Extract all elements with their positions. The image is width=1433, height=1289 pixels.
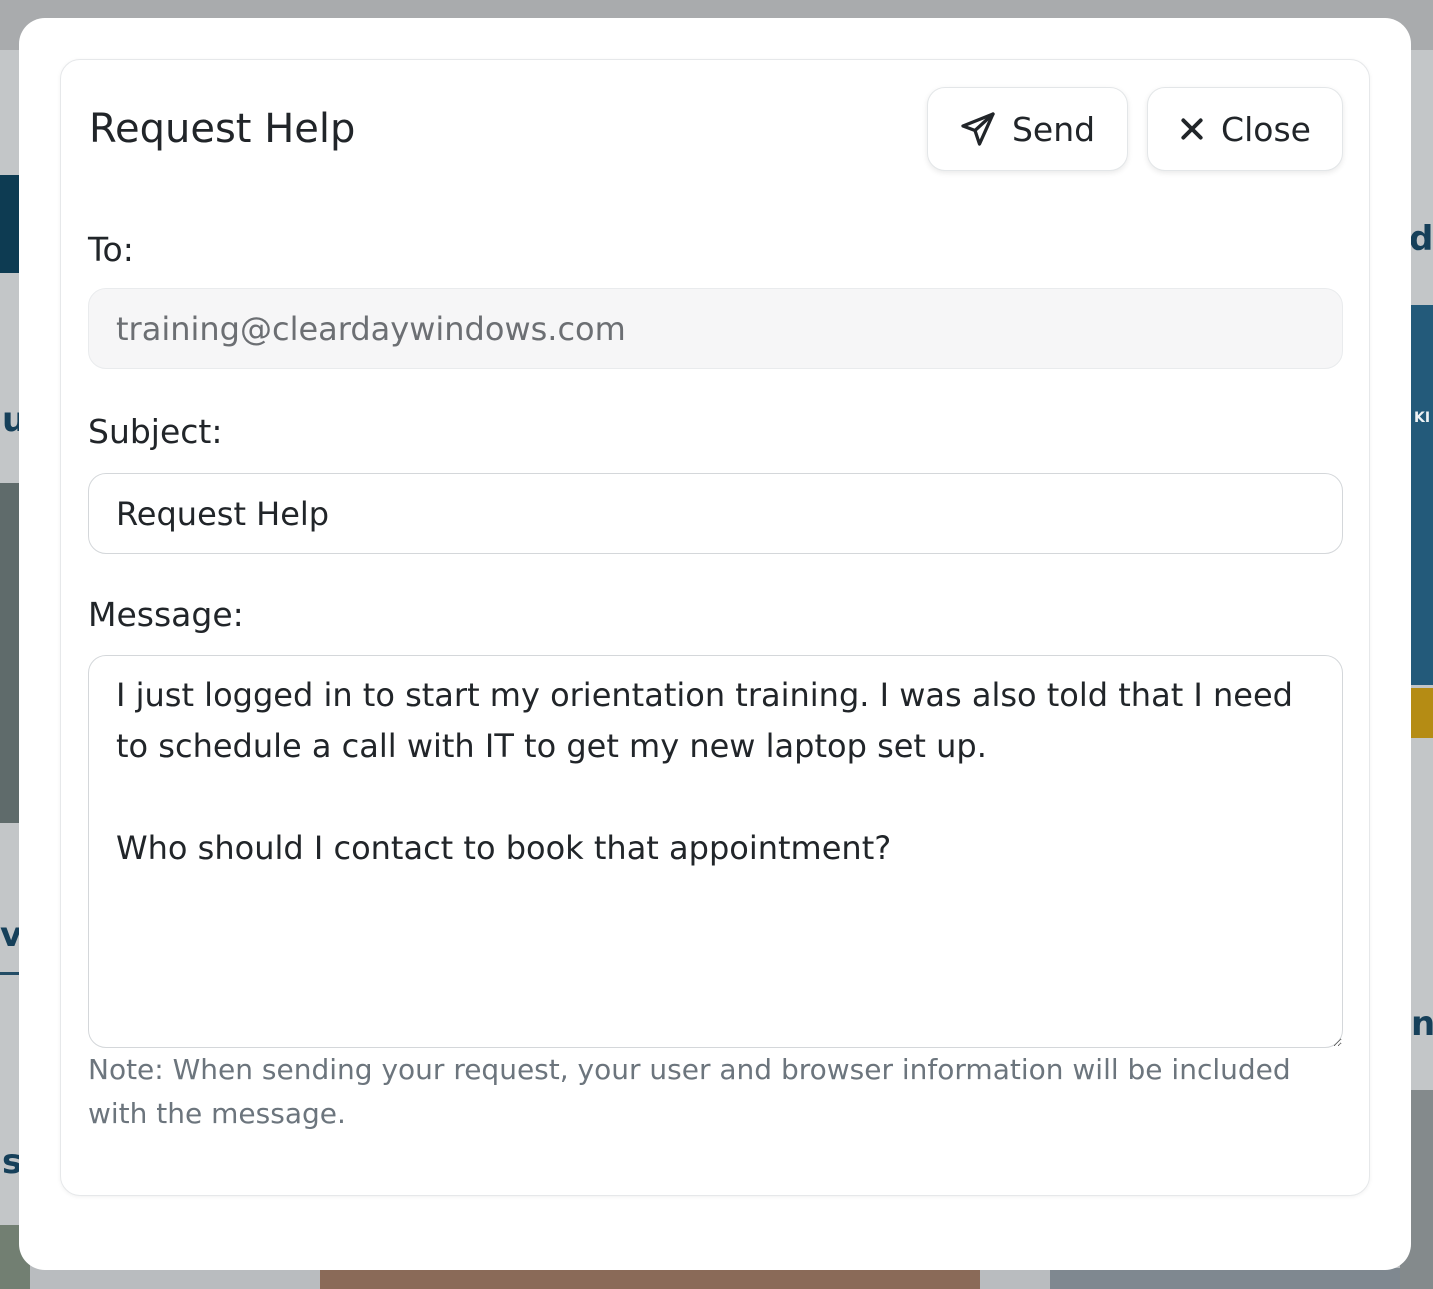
send-button[interactable]: Send [927,87,1128,171]
to-field-value: training@cleardaywindows.com [116,309,626,348]
background-image [1050,1268,1400,1289]
subject-input[interactable] [88,473,1343,554]
paper-plane-icon [960,111,996,147]
background-image [320,1268,980,1289]
request-help-card: Request Help Send Close To: training@cle… [60,59,1370,1196]
privacy-note: Note: When sending your request, your us… [88,1053,1291,1130]
close-button-label: Close [1221,109,1311,149]
request-help-modal: Request Help Send Close To: training@cle… [19,18,1411,1270]
background-text-fragment: d [1409,219,1433,259]
message-label: Message: [88,595,244,634]
dialog-title: Request Help [89,106,356,152]
background-text-fragment: n [1411,1004,1433,1044]
x-close-icon [1179,116,1205,142]
send-button-label: Send [1011,109,1096,149]
background-tag-text: KI [1414,410,1431,426]
to-field: training@cleardaywindows.com [88,288,1343,369]
subject-label: Subject: [88,412,223,451]
background-underline [0,972,20,975]
message-textarea[interactable]: I just logged in to start my orientation… [88,655,1343,1048]
to-label: To: [88,230,134,269]
close-button[interactable]: Close [1147,87,1343,171]
